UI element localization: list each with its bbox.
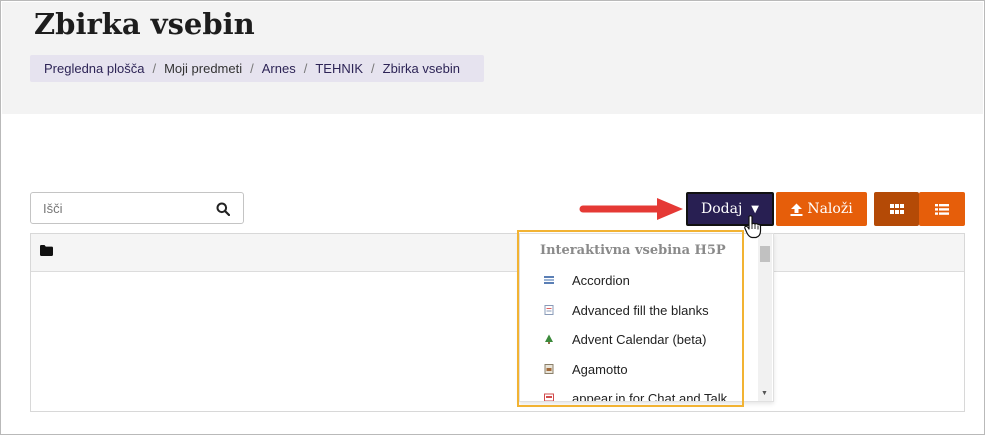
dropdown-item-advent-calendar[interactable]: Advent Calendar (beta) <box>544 328 706 350</box>
breadcrumb-my-courses[interactable]: Moji predmeti <box>164 61 242 76</box>
scroll-down-arrow-icon[interactable]: ▼ <box>761 390 768 397</box>
breadcrumb-arnes[interactable]: Arnes <box>262 61 296 76</box>
dropdown-item-advanced-fill-blanks[interactable]: Advanced fill the blanks <box>544 299 709 321</box>
upload-button-label: Naloži <box>807 201 853 217</box>
folder-icon[interactable] <box>40 245 53 256</box>
dropdown-item-label: Agamotto <box>572 361 628 377</box>
grid-view-button[interactable] <box>874 192 919 226</box>
upload-icon <box>790 203 803 216</box>
breadcrumb: Pregledna plošča / Moji predmeti / Arnes… <box>30 55 484 82</box>
caret-down-icon: ▼ <box>751 203 759 215</box>
dropdown-item-label: Advanced fill the blanks <box>572 302 709 318</box>
content-bank-panel <box>30 233 965 412</box>
breadcrumb-separator: / <box>371 61 375 76</box>
breadcrumb-separator: / <box>152 61 157 76</box>
agamotto-icon <box>544 364 554 374</box>
add-button-label: Dodaj <box>700 201 743 217</box>
fill-blanks-icon <box>544 305 554 315</box>
search-box[interactable] <box>30 192 244 224</box>
accordion-icon <box>544 276 554 284</box>
pointer-arrow-icon <box>579 198 683 220</box>
page-title: Zbirka vsebin <box>34 7 255 41</box>
hand-cursor-icon <box>744 215 762 239</box>
dropdown-scrollbar[interactable]: ▼ <box>758 234 772 401</box>
content-bank-header <box>31 234 964 272</box>
search-icon[interactable] <box>216 202 230 216</box>
list-icon <box>935 203 949 215</box>
breadcrumb-tehnik[interactable]: TEHNIK <box>315 61 363 76</box>
upload-button[interactable]: Naloži <box>776 192 867 226</box>
dropdown-item-appear-in[interactable]: appear.in for Chat and Talk <box>544 387 728 402</box>
grid-icon <box>889 204 904 214</box>
tree-icon <box>545 334 553 344</box>
breadcrumb-separator: / <box>250 61 254 76</box>
dropdown-item-accordion[interactable]: Accordion <box>544 269 630 291</box>
add-content-dropdown[interactable]: Interaktivna vsebina H5P Accordion Advan… <box>519 233 774 402</box>
search-input[interactable] <box>41 200 205 217</box>
breadcrumb-dashboard[interactable]: Pregledna plošča <box>44 61 144 76</box>
dropdown-item-label: appear.in for Chat and Talk <box>572 390 728 402</box>
breadcrumb-separator: / <box>303 61 308 76</box>
scrollbar-thumb[interactable] <box>760 246 770 262</box>
dropdown-item-label: Accordion <box>572 272 630 288</box>
dropdown-header: Interaktivna vsebina H5P <box>540 243 726 258</box>
list-view-button[interactable] <box>919 192 965 226</box>
dropdown-item-label: Advent Calendar (beta) <box>572 331 707 347</box>
dropdown-item-agamotto[interactable]: Agamotto <box>544 358 628 380</box>
chat-icon <box>544 393 554 401</box>
breadcrumb-current[interactable]: Zbirka vsebin <box>383 61 460 76</box>
